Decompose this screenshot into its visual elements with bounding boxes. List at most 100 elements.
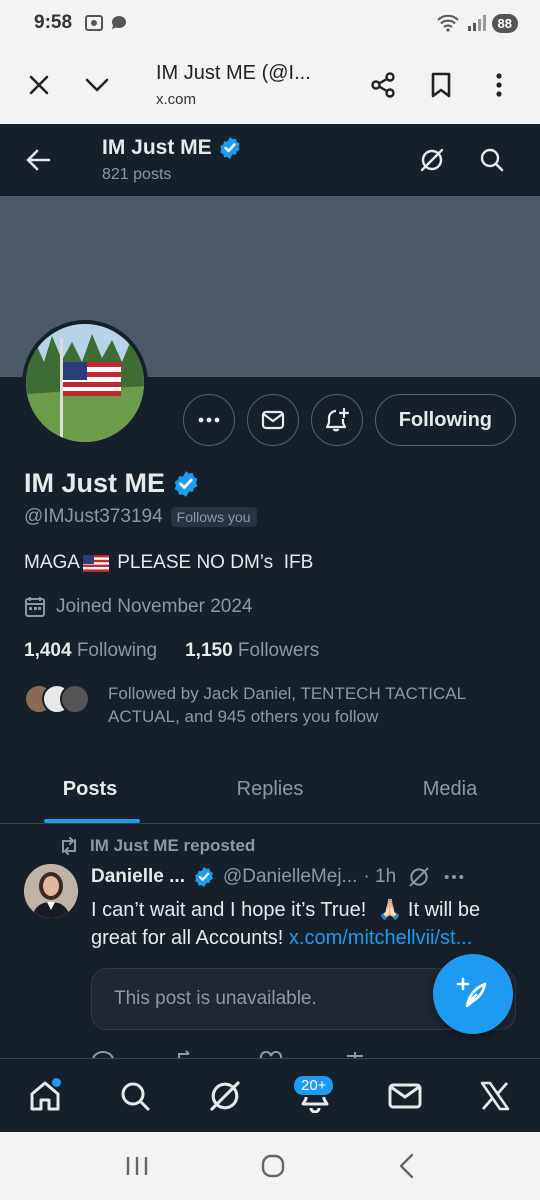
share-button[interactable] (354, 56, 412, 114)
browser-toolbar: IM Just ME (@I... x.com (0, 46, 540, 124)
post-more-button[interactable] (444, 874, 464, 880)
followers-count-link[interactable]: 1,150 Followers (185, 640, 319, 662)
notify-button[interactable] (310, 394, 363, 446)
followers-label: Followers (237, 640, 320, 661)
more-menu-button[interactable] (470, 56, 528, 114)
search-icon (121, 1082, 150, 1110)
followed-by-row[interactable]: Followed by Jack Daniel, TENTECH TACTICA… (24, 682, 514, 728)
active-tab-indicator (44, 819, 140, 823)
battery-indicator: 88 (491, 13, 518, 33)
post-link[interactable]: x.com/mitchellvii/st... (289, 927, 472, 949)
status-bar: 9:58 88 (0, 0, 540, 46)
grok-icon (420, 148, 444, 172)
tab-replies[interactable]: Replies (180, 756, 360, 823)
header-title-block: IM Just ME 821 posts (102, 136, 402, 184)
back-button[interactable] (2, 124, 74, 196)
nav-search[interactable] (105, 1066, 165, 1126)
bell-plus-icon (325, 407, 349, 432)
browser-title-area[interactable]: IM Just ME (@I... x.com (156, 62, 354, 108)
more-horizontal-icon (198, 417, 220, 423)
close-button[interactable] (10, 56, 68, 114)
avatar-flag-image (26, 324, 144, 442)
grok-icon (409, 867, 429, 887)
home-button[interactable] (260, 1153, 286, 1179)
recents-button[interactable] (125, 1155, 149, 1177)
screenshot-icon (84, 14, 104, 32)
x-logo-icon (480, 1081, 510, 1110)
profile-name-row: IM Just ME (24, 468, 200, 499)
followed-by-text: Followed by Jack Daniel, TENTECH TACTICA… (108, 684, 466, 726)
home-circle-icon (261, 1154, 285, 1178)
close-icon (29, 75, 49, 95)
bookmark-icon (431, 72, 451, 98)
bio-text-end: PLEASE NO DM’s IFB (111, 552, 314, 573)
author-photo (24, 864, 78, 918)
post-timestamp[interactable]: · 1h (363, 866, 396, 888)
verified-badge-icon (195, 866, 213, 888)
profile-handle-row: @IMJust373194 Follows you (24, 506, 257, 528)
feather-plus-icon (456, 977, 487, 1008)
joined-date-row: Joined November 2024 (24, 596, 252, 618)
tab-media-label: Media (422, 778, 478, 800)
profile-tabs: Posts Replies Media (0, 756, 540, 824)
arrow-left-icon (26, 149, 51, 171)
profile-avatar[interactable] (22, 320, 148, 446)
search-button[interactable] (462, 130, 522, 190)
us-flag-icon (82, 554, 109, 572)
more-vertical-icon (496, 73, 502, 97)
nav-notifications[interactable]: 20+ (285, 1066, 345, 1126)
chevron-left-icon (399, 1153, 413, 1179)
browser-page-title: IM Just ME (@I... (156, 62, 311, 84)
verified-badge-icon (174, 470, 198, 497)
follows-you-badge: Follows you (170, 507, 257, 527)
unavailable-text: This post is unavailable. (114, 988, 317, 1009)
notifications-badge: 20+ (292, 1073, 336, 1097)
recents-icon (127, 1157, 148, 1175)
profile-display-name: IM Just ME (24, 468, 166, 498)
compose-post-button[interactable] (433, 954, 513, 1034)
profile-handle: @IMJust373194 (24, 506, 163, 527)
wifi-icon (436, 14, 460, 32)
following-count: 1,404 (24, 640, 72, 661)
post-author-avatar[interactable] (24, 864, 78, 918)
followed-by-avatars (24, 684, 90, 716)
system-back-button[interactable] (397, 1153, 415, 1179)
status-time: 9:58 (34, 12, 73, 33)
following-label: Following (76, 640, 158, 661)
repost-icon (62, 837, 76, 855)
post-header: Danielle ... @DanielleMej... · 1h (91, 866, 516, 888)
bottom-navigation: 20+ (0, 1058, 540, 1132)
repost-label: IM Just ME reposted (90, 836, 256, 855)
browser-url: x.com (156, 91, 197, 108)
signal-icon (466, 14, 486, 32)
post-author-handle[interactable]: @DanielleMej... (223, 866, 357, 888)
following-button[interactable]: Following (374, 394, 516, 446)
profile-bio: MAGA PLEASE NO DM’s IFB (24, 552, 313, 574)
bookmark-button[interactable] (412, 56, 470, 114)
grok-post-button[interactable] (408, 866, 430, 888)
profile-header-bar: IM Just ME 821 posts (0, 124, 540, 196)
post-author-name[interactable]: Danielle ... (91, 866, 185, 888)
following-count-link[interactable]: 1,404 Following (24, 640, 157, 662)
minimize-button[interactable] (68, 56, 126, 114)
envelope-icon (388, 1083, 422, 1108)
nav-messages[interactable] (375, 1066, 435, 1126)
nav-x-premium[interactable] (465, 1066, 525, 1126)
nav-home[interactable] (15, 1066, 75, 1126)
tab-media[interactable]: Media (360, 756, 540, 823)
post-text-part1: I can’t wait and I hope it’s True! (91, 899, 378, 921)
nav-grok[interactable] (195, 1066, 255, 1126)
joined-date: Joined November 2024 (56, 596, 253, 617)
bio-text-start: MAGA (24, 552, 80, 573)
followers-count: 1,150 (185, 640, 233, 661)
envelope-icon (261, 410, 284, 430)
tab-posts[interactable]: Posts (0, 756, 180, 823)
chat-icon (110, 14, 128, 32)
message-button[interactable] (246, 394, 299, 446)
more-options-button[interactable] (182, 394, 235, 446)
tab-posts-label: Posts (62, 778, 118, 800)
grok-icon (210, 1080, 240, 1111)
grok-button[interactable] (402, 130, 462, 190)
more-horizontal-icon (444, 875, 464, 879)
verified-badge-icon (219, 137, 240, 159)
